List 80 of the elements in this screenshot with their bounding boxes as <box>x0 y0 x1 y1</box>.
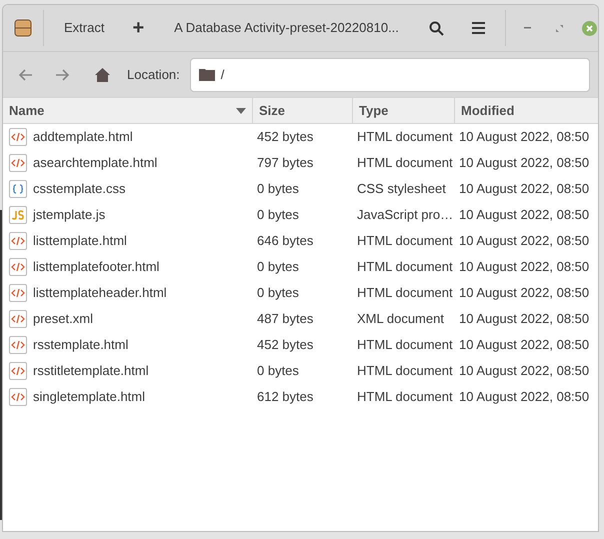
modified-date: 10 August 2022, 08:50 <box>459 388 590 406</box>
file-name: listtemplatefooter.html <box>33 258 160 276</box>
file-name: rsstemplate.html <box>33 336 128 354</box>
file-row[interactable]: asearchtemplate.html 797 bytes HTML document 10 August 2022, 08:50 <box>3 150 598 176</box>
folder-icon <box>198 68 215 81</box>
extract-button[interactable]: Extract <box>44 11 124 45</box>
file-row[interactable]: listtemplate.html 646 bytes HTML document 10 August 2022, 08:50 <box>3 228 598 254</box>
file-type: HTML document <box>357 388 453 406</box>
archive-icon <box>14 19 32 37</box>
file-size: 0 bytes <box>257 206 299 224</box>
file-row[interactable]: addtemplate.html 452 bytes HTML document 10 August 2022, 08:50 <box>3 124 598 150</box>
file-name: asearchtemplate.html <box>33 154 158 172</box>
modified-date: 10 August 2022, 08:50 <box>459 180 590 198</box>
file-row[interactable]: singletemplate.html 612 bytes HTML document 10 August 2022, 08:50 <box>3 384 598 410</box>
file-type: HTML document <box>357 154 453 172</box>
column-label: Modified <box>461 102 514 120</box>
file-size: 0 bytes <box>257 284 299 302</box>
file-row[interactable]: listtemplatefooter.html 0 bytes HTML document 10 August 2022, 08:50 <box>3 254 598 280</box>
modified-date: 10 August 2022, 08:50 <box>459 128 590 146</box>
column-label: Type <box>359 102 388 120</box>
file-row[interactable]: listtemplateheader.html 0 bytes HTML document 10 August 2022, 08:50 <box>3 280 598 306</box>
modified-date: 10 August 2022, 08:50 <box>459 284 590 302</box>
file-type: HTML document <box>357 362 453 380</box>
file-size: 612 bytes <box>257 388 314 406</box>
file-size: 452 bytes <box>257 336 314 354</box>
file-size: 0 bytes <box>257 362 299 380</box>
modified-date: 10 August 2022, 08:50 <box>459 336 590 354</box>
location-label: Location: <box>127 66 180 84</box>
file-name: preset.xml <box>33 310 93 328</box>
file-type: CSS stylesheet <box>357 180 446 198</box>
file-type: HTML document <box>357 232 453 250</box>
file-name: listtemplateheader.html <box>33 284 167 302</box>
file-size: 646 bytes <box>257 232 314 250</box>
file-type: JavaScript pro… <box>357 206 454 224</box>
home-icon <box>94 68 110 82</box>
window-title: A Database Activity-preset-20220810... <box>174 19 399 38</box>
file-size: 487 bytes <box>257 310 314 328</box>
file-type: HTML document <box>357 258 453 276</box>
minimize-icon <box>524 27 532 29</box>
file-name: jstemplate.js <box>33 206 106 224</box>
file-size: 0 bytes <box>257 258 299 276</box>
column-header[interactable]: Name <box>3 98 253 123</box>
column-header[interactable]: Modified <box>455 98 598 123</box>
file-name: csstemplate.css <box>33 180 126 198</box>
file-row[interactable]: rsstemplate.html 452 bytes HTML document 10 August 2022, 08:50 <box>3 332 598 358</box>
modified-date: 10 August 2022, 08:50 <box>459 310 590 328</box>
close-icon <box>586 24 593 32</box>
modified-date: 10 August 2022, 08:50 <box>459 154 590 172</box>
menu-icon <box>472 22 486 34</box>
column-label: Size <box>259 102 286 120</box>
column-header[interactable]: Type <box>353 98 455 123</box>
file-row[interactable]: csstemplate.css 0 bytes CSS stylesheet 10 August 2022, 08:50 <box>3 176 598 202</box>
file-size: 797 bytes <box>257 154 314 172</box>
file-row[interactable]: preset.xml 487 bytes XML document 10 August 2022, 08:50 <box>3 306 598 332</box>
close-button[interactable] <box>582 20 597 36</box>
column-header[interactable]: Size <box>253 98 353 123</box>
modified-date: 10 August 2022, 08:50 <box>459 258 590 276</box>
sort-arrow-icon <box>236 108 246 114</box>
file-type: HTML document <box>357 128 453 146</box>
file-size: 452 bytes <box>257 128 314 146</box>
modified-date: 10 August 2022, 08:50 <box>459 206 590 224</box>
file-name: rsstitletemplate.html <box>33 362 149 380</box>
file-row[interactable]: rsstitletemplate.html 0 bytes HTML document 10 August 2022, 08:50 <box>3 358 598 384</box>
restore-icon <box>556 24 564 32</box>
file-type: XML document <box>357 310 444 328</box>
back-arrow-icon <box>19 68 33 80</box>
forward-arrow-icon <box>55 68 69 80</box>
file-name: addtemplate.html <box>33 128 133 146</box>
column-label: Name <box>9 102 44 120</box>
modified-date: 10 August 2022, 08:50 <box>459 232 590 250</box>
search-icon <box>429 20 444 36</box>
file-size: 0 bytes <box>257 180 299 198</box>
file-row[interactable]: jstemplate.js 0 bytes JavaScript pro… 10 August 2022, 08:50 <box>3 202 598 228</box>
file-type: HTML document <box>357 284 453 302</box>
file-name: listtemplate.html <box>33 232 127 250</box>
file-type: HTML document <box>357 336 453 354</box>
location-field[interactable]: / <box>190 58 590 92</box>
add-button[interactable]: + <box>124 11 152 45</box>
file-name: singletemplate.html <box>33 388 145 406</box>
modified-date: 10 August 2022, 08:50 <box>459 362 590 380</box>
